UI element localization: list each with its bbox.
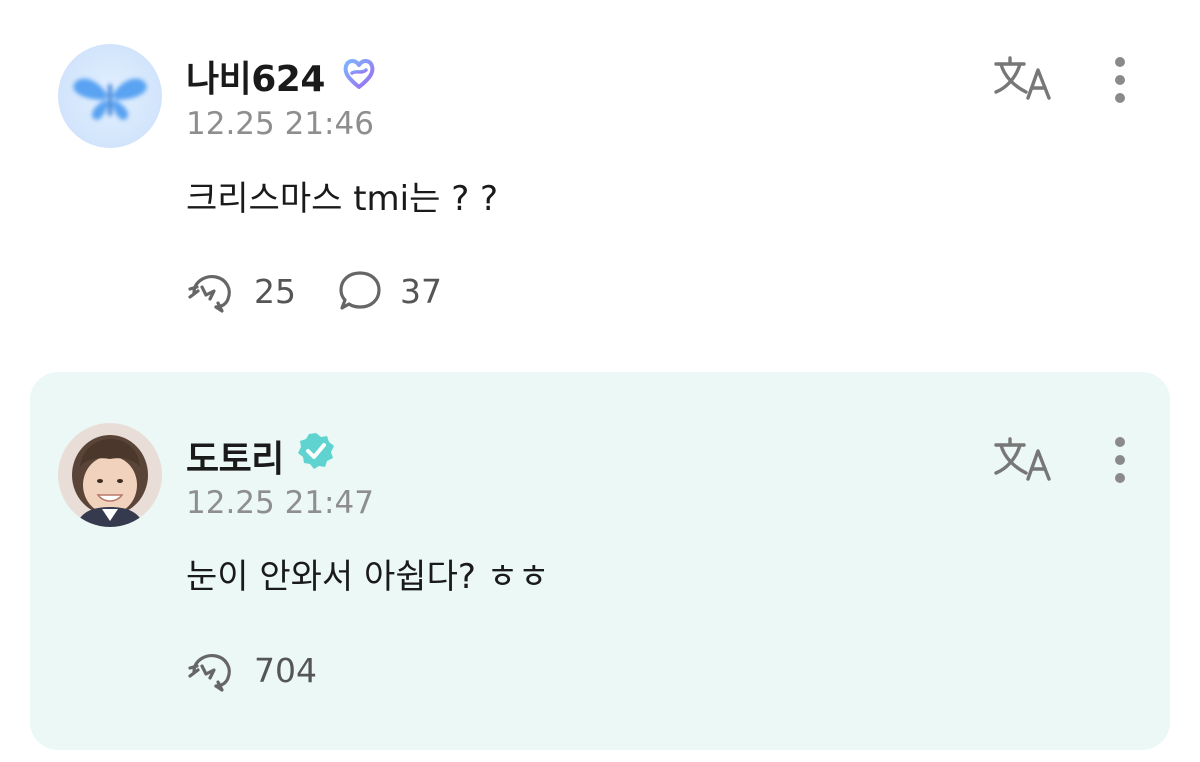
- cheer-icon: [188, 275, 231, 313]
- more-vertical-icon[interactable]: [1110, 436, 1130, 488]
- translate-icon[interactable]: [992, 52, 1056, 104]
- post: 나비624 12.25 21:46 크리스마스 tmi는 ? ? 25 37: [0, 0, 1200, 372]
- verified-badge-icon: [298, 433, 334, 469]
- timestamp: 12.25 21:47: [186, 485, 374, 521]
- more-vertical-icon[interactable]: [1110, 56, 1130, 108]
- comment-count: 37: [400, 271, 442, 311]
- artist-heart-badge-icon: [343, 59, 375, 89]
- child-photo-avatar-icon: [58, 423, 162, 527]
- comment-icon: [339, 271, 381, 310]
- cheer-count: 25: [254, 271, 296, 311]
- author-name[interactable]: 나비624: [186, 50, 325, 102]
- avatar[interactable]: [58, 44, 162, 148]
- translate-icon[interactable]: [992, 433, 1056, 485]
- post-text: 크리스마스 tmi는 ? ?: [186, 179, 499, 219]
- reply-text: 눈이 안와서 아쉽다? ㅎㅎ: [186, 557, 550, 597]
- butterfly-avatar-icon: [58, 44, 162, 148]
- cheer-button[interactable]: 25: [186, 269, 296, 313]
- author-name[interactable]: 도토리: [186, 430, 284, 482]
- cheer-icon: [188, 654, 231, 692]
- cheer-button[interactable]: 704: [186, 648, 317, 692]
- comment-button[interactable]: 37: [338, 269, 442, 313]
- reply-card: 도토리 12.25 21:47 눈이 안와서 아쉽다? ㅎㅎ 704: [30, 372, 1170, 750]
- cheer-count: 704: [254, 650, 317, 690]
- timestamp: 12.25 21:46: [186, 106, 374, 142]
- avatar[interactable]: [58, 423, 162, 527]
